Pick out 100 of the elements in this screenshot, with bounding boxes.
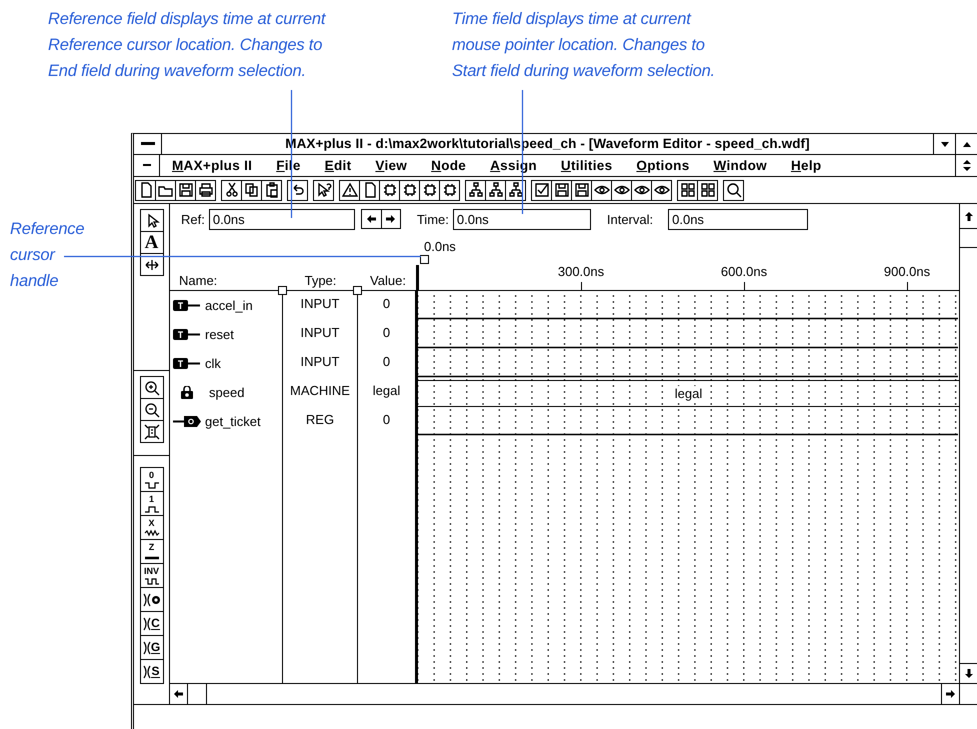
group-value-button[interactable]: C — [140, 611, 164, 636]
waveform-icon — [144, 504, 160, 513]
time-tick-label: 900.0ns — [884, 264, 930, 279]
search-icon — [726, 182, 742, 198]
zoom-out-tool-button[interactable] — [140, 398, 164, 421]
waveform-icon — [144, 480, 160, 489]
toolbar-button[interactable] — [531, 180, 552, 200]
callout-text: Reference cursor handle — [10, 219, 84, 292]
toolbar-button[interactable] — [677, 180, 698, 200]
chip-icon — [422, 182, 438, 198]
fit-page-icon — [144, 424, 160, 440]
toolbar-button[interactable] — [241, 180, 262, 200]
scissors-icon — [224, 182, 240, 198]
value-tool-button[interactable]: 0 — [140, 467, 164, 492]
signal-name: clk — [205, 356, 221, 371]
toolbar-button[interactable] — [571, 180, 592, 200]
toolbar-button[interactable] — [439, 180, 460, 200]
time-label: Time: — [416, 212, 449, 226]
cursor-handle[interactable] — [420, 255, 429, 264]
toolbar-button[interactable] — [339, 180, 360, 200]
zoom-in-icon — [144, 380, 160, 396]
ref-field[interactable]: 0.0ns — [208, 208, 355, 230]
hierarchy-icon — [468, 182, 484, 198]
column-handle[interactable] — [353, 286, 362, 295]
time-tick-label: 600.0ns — [720, 264, 768, 279]
waveform-icon — [144, 576, 160, 585]
fit-tool-button[interactable] — [140, 420, 164, 443]
toolbar-button[interactable] — [195, 180, 216, 200]
chip-icon — [382, 182, 398, 198]
toolbar-button[interactable] — [155, 180, 176, 200]
toolbar-button[interactable] — [175, 180, 196, 200]
right-arrow-icon — [946, 690, 955, 698]
state-machine-icon — [181, 386, 193, 399]
toolbar-button[interactable] — [419, 180, 440, 200]
checkbox-icon — [534, 182, 550, 198]
down-triangle-icon — [940, 142, 948, 146]
toolbar-button[interactable] — [651, 180, 672, 200]
signal-value: legal — [372, 383, 400, 398]
stretch-tool-button[interactable] — [140, 253, 164, 276]
value-tool-button[interactable]: INV — [140, 563, 164, 588]
toolbar-button[interactable] — [485, 180, 506, 200]
cursor-time-label: 0.0ns — [424, 239, 456, 254]
signal-type: MACHINE — [290, 383, 350, 398]
chip-icon — [442, 182, 458, 198]
toolbar-button[interactable] — [399, 180, 420, 200]
text-tool-button[interactable]: A — [140, 231, 164, 254]
value-tool-button[interactable]: 1 — [140, 491, 164, 516]
toolbar-button[interactable] — [379, 180, 400, 200]
dash-icon — [140, 142, 154, 146]
toolbar-button[interactable] — [135, 180, 156, 200]
right-arrow-icon — [386, 215, 396, 223]
interval-field[interactable]: 0.0ns — [668, 208, 808, 230]
toolbar-button[interactable] — [261, 180, 282, 200]
clipboard-icon — [264, 182, 280, 198]
input-pin-icon — [173, 329, 201, 340]
toolbar-button[interactable] — [551, 180, 572, 200]
column-handle[interactable] — [278, 286, 287, 295]
pointer-tool-button[interactable] — [140, 209, 164, 232]
signal-name: reset — [205, 327, 234, 342]
help-pointer-icon — [316, 182, 332, 198]
toolbar-button[interactable] — [611, 180, 632, 200]
left-arrow-icon — [174, 690, 183, 698]
value-tool-button[interactable]: Z — [140, 539, 164, 564]
toolbar-button[interactable] — [465, 180, 486, 200]
zoom-out-icon — [144, 402, 160, 418]
output-pin-icon — [173, 416, 201, 427]
toolbar-button[interactable] — [723, 180, 744, 200]
zoom-in-tool-button[interactable] — [140, 376, 164, 399]
signal-value: 0 — [382, 412, 390, 427]
hierarchy-icon — [488, 182, 504, 198]
signal-type: REG — [306, 412, 334, 427]
time-field[interactable]: 0.0ns — [452, 208, 591, 230]
signal-type: INPUT — [300, 354, 340, 369]
group-value-button[interactable]: G — [140, 635, 164, 660]
toolbar-button[interactable] — [505, 180, 526, 200]
waveform-icon — [144, 528, 160, 537]
grid-icon — [700, 182, 716, 198]
interval-label: Interval: — [606, 212, 654, 226]
transition-icon — [143, 664, 152, 678]
toolbar-button[interactable] — [697, 180, 718, 200]
signal-name: speed — [209, 385, 244, 400]
signal-name: get_ticket — [205, 414, 261, 429]
toolbar-button[interactable] — [287, 180, 308, 200]
signal-value: 0 — [382, 354, 390, 369]
value-tool-button[interactable]: X — [140, 515, 164, 540]
input-pin-icon — [173, 358, 201, 369]
signal-value: 0 — [382, 325, 390, 340]
toolbar-button[interactable] — [313, 180, 334, 200]
group-value-button[interactable] — [140, 587, 164, 612]
signal-type: INPUT — [300, 296, 340, 311]
printer-icon — [198, 182, 214, 198]
grid-icon — [680, 182, 696, 198]
transition-icon — [143, 616, 152, 630]
toolbar-button[interactable] — [359, 180, 380, 200]
toolbar-button[interactable] — [591, 180, 612, 200]
bus-value-label: legal — [674, 386, 702, 401]
warning-icon — [342, 182, 358, 198]
toolbar-button[interactable] — [221, 180, 242, 200]
toolbar-button[interactable] — [631, 180, 652, 200]
group-value-button[interactable]: S — [140, 659, 164, 684]
